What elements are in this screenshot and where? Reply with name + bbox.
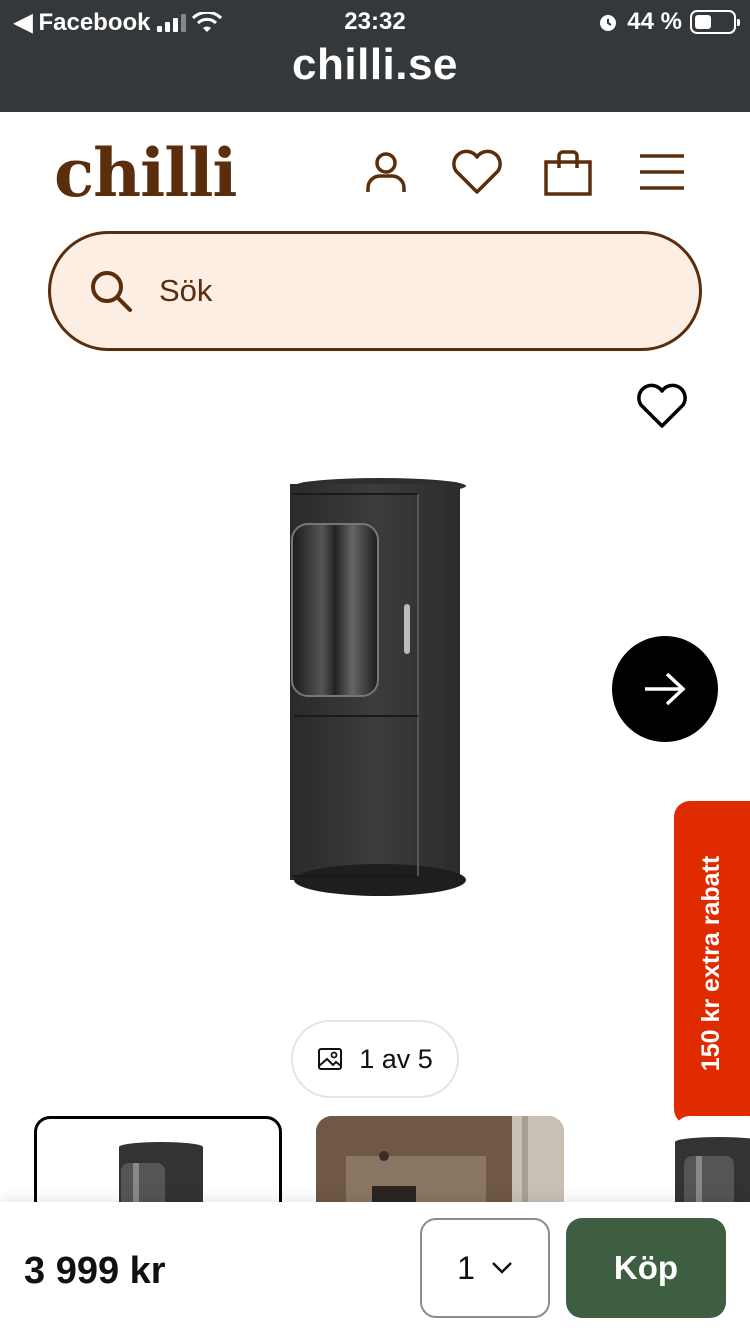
browser-status-bar: ◀ Facebook 23:32 44 % chilli.se: [0, 0, 750, 112]
menu-icon[interactable]: [638, 148, 686, 196]
shopping-bag-icon[interactable]: [542, 148, 594, 196]
extra-discount-tab[interactable]: 150 kr extra rabatt: [674, 801, 750, 1125]
thumbnail-2[interactable]: [316, 1116, 564, 1202]
thumbnail-1-selected[interactable]: [34, 1116, 282, 1202]
next-image-button[interactable]: [612, 636, 718, 742]
image-icon: [318, 1048, 343, 1070]
search-bar[interactable]: [48, 231, 702, 351]
page-url[interactable]: chilli.se: [0, 40, 750, 90]
heart-icon[interactable]: [450, 148, 504, 196]
image-counter-label: 1 av 5: [359, 1043, 433, 1074]
site-header: chilli: [0, 112, 750, 230]
alarm-icon: [600, 15, 617, 31]
logo[interactable]: chilli: [54, 134, 237, 212]
favorite-heart-icon[interactable]: [636, 382, 688, 430]
quantity-value: 1: [457, 1249, 475, 1286]
battery-icon: [690, 10, 740, 34]
thumbnail-3[interactable]: [674, 1116, 750, 1202]
search-icon: [91, 271, 132, 312]
product-image-stove[interactable]: [280, 478, 470, 898]
account-icon[interactable]: [362, 148, 410, 196]
arrow-right-icon: [645, 672, 686, 706]
purchase-bar: 3 999 kr 1 Köp: [0, 1202, 750, 1334]
buy-button[interactable]: Köp: [566, 1218, 726, 1318]
price: 3 999 kr: [24, 1250, 166, 1292]
extra-discount-label: 150 kr extra rabatt: [697, 855, 726, 1071]
search-input[interactable]: [159, 273, 619, 309]
thumbnail-strip: [0, 1116, 750, 1202]
image-counter: 1 av 5: [291, 1020, 459, 1098]
status-right: 44 %: [597, 8, 740, 36]
quantity-select[interactable]: 1: [420, 1218, 550, 1318]
battery-percent: 44 %: [627, 8, 682, 35]
chevron-down-icon: [492, 1262, 512, 1274]
